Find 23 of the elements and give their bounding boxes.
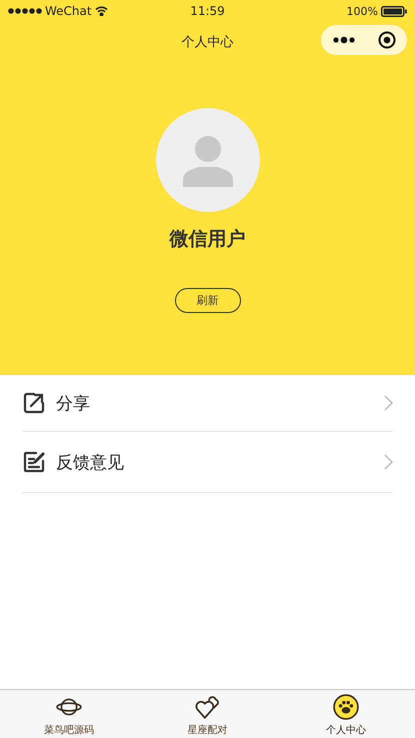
- chevron-right-icon: [383, 395, 393, 411]
- carrier-name: WeChat: [45, 4, 92, 18]
- menu-item[interactable]: 分享: [56, 392, 373, 414]
- tab-item[interactable]: 个人中心: [276, 690, 415, 738]
- hearts-icon: [194, 694, 220, 720]
- battery-percent: 100%: [346, 4, 378, 18]
- page-title: 个人中心: [182, 34, 234, 51]
- battery-icon: [381, 6, 407, 16]
- refresh-button[interactable]: 刷新: [174, 288, 240, 313]
- clock-time: 11:59: [190, 4, 225, 18]
- wifi-icon: [94, 6, 108, 16]
- person-silhouette-icon: [180, 133, 234, 187]
- tab-item[interactable]: 星座配对: [138, 690, 277, 738]
- edit-note-icon: [22, 450, 46, 474]
- tab-item[interactable]: 菜鸟吧源码: [0, 690, 138, 738]
- user-name: 微信用户: [170, 227, 246, 252]
- chevron-right-icon: [383, 454, 393, 470]
- share-icon: [22, 391, 46, 415]
- paw-icon: [332, 694, 359, 720]
- signal-icon: [8, 8, 42, 14]
- menu-item[interactable]: 反馈意见: [56, 450, 373, 474]
- close-target-icon[interactable]: [378, 31, 396, 49]
- more-icon[interactable]: [332, 36, 354, 44]
